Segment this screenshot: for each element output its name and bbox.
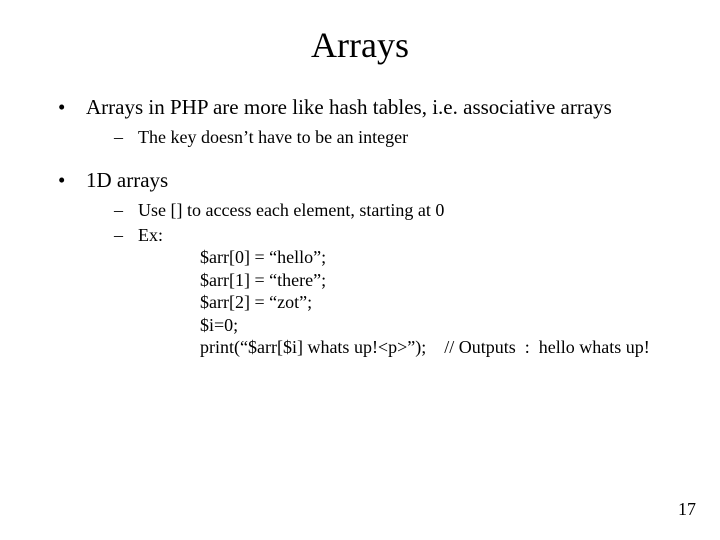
sub-bullet-item: Use [] to access each element, starting … — [114, 199, 680, 222]
bullet-text: 1D arrays — [86, 168, 168, 192]
slide-body: Arrays in PHP are more like hash tables,… — [0, 94, 720, 359]
slide-title: Arrays — [0, 0, 720, 94]
page-number: 17 — [678, 499, 696, 520]
sub-bullet-item: Ex: $arr[0] = “hello”; $arr[1] = “there”… — [114, 224, 680, 359]
bullet-list: Arrays in PHP are more like hash tables,… — [58, 94, 680, 359]
code-line: $arr[0] = “hello”; — [200, 246, 680, 269]
bullet-text: Arrays in PHP are more like hash tables,… — [86, 95, 612, 119]
code-line: $arr[1] = “there”; — [200, 269, 680, 292]
code-line: print(“$arr[$i] whats up!<p>”); // Outpu… — [200, 336, 680, 359]
sub-bullet-text: Use [] to access each element, starting … — [138, 200, 444, 220]
sub-bullet-list: The key doesn’t have to be an integer — [86, 126, 680, 149]
sub-bullet-item: The key doesn’t have to be an integer — [114, 126, 680, 149]
bullet-item: 1D arrays Use [] to access each element,… — [58, 167, 680, 359]
sub-bullet-list: Use [] to access each element, starting … — [86, 199, 680, 359]
code-line: $arr[2] = “zot”; — [200, 291, 680, 314]
code-line: $i=0; — [200, 314, 680, 337]
sub-bullet-text: The key doesn’t have to be an integer — [138, 127, 408, 147]
bullet-item: Arrays in PHP are more like hash tables,… — [58, 94, 680, 149]
slide: Arrays Arrays in PHP are more like hash … — [0, 0, 720, 540]
code-block: $arr[0] = “hello”; $arr[1] = “there”; $a… — [200, 246, 680, 359]
sub-bullet-text: Ex: — [138, 225, 163, 245]
